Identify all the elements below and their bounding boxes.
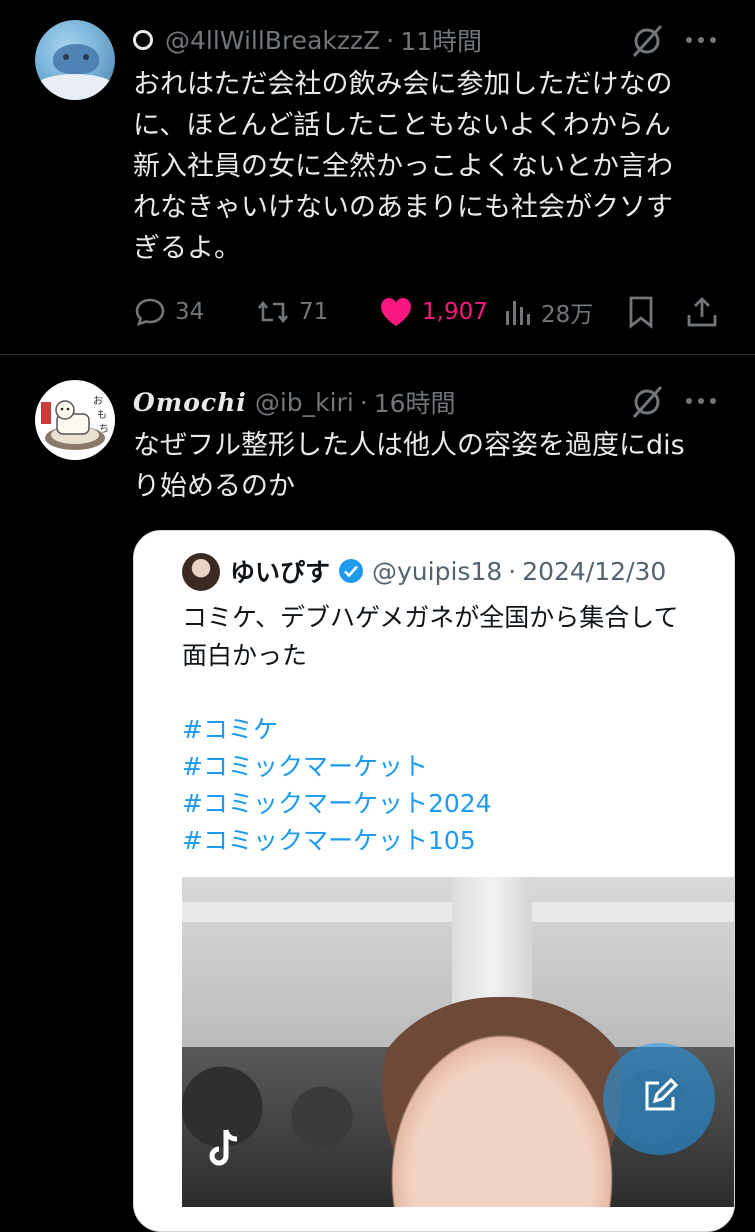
avatar[interactable]: お も ち (35, 380, 115, 460)
svg-text:お: お (93, 395, 103, 407)
bookmark-icon (626, 295, 664, 329)
avatar (182, 553, 220, 591)
hashtag-list: #コミケ #コミックマーケット #コミックマーケット2024 #コミックマーケッ… (182, 711, 492, 859)
like-count: 1,907 (422, 299, 488, 325)
post-text: おれはただ会社の飲み会に参加しただけなの に、ほとんど話したこともないよくわから… (133, 69, 673, 264)
avatar-figure (53, 44, 99, 74)
status-ring-icon (133, 30, 153, 50)
verified-badge-icon (338, 558, 372, 584)
reply-count: 34 (175, 299, 205, 325)
svg-text:も: も (97, 409, 107, 421)
more-icon[interactable] (683, 389, 719, 413)
repost-count: 71 (299, 299, 329, 325)
separator: · (359, 387, 368, 417)
quote-date: 2024/12/30 (522, 556, 667, 586)
action-bar: 34 71 1,907 28万 (133, 290, 723, 334)
post-text: なぜフル整形した人は他人の容姿を過度にdis り始めるのか (133, 430, 685, 502)
avatar[interactable] (35, 20, 115, 100)
hashtag: #コミケ (182, 715, 278, 744)
share-button[interactable] (685, 290, 727, 334)
hashtag: #コミックマーケット2024 (182, 789, 492, 818)
reply-icon (133, 295, 175, 329)
repost-icon (255, 295, 299, 329)
post-1[interactable]: @4llWillBreakzzZ · 11時間 おれはただ会社の飲み会に参加した… (0, 0, 755, 354)
avatar-wave (35, 74, 115, 100)
share-icon (685, 295, 727, 329)
compose-icon (637, 1075, 681, 1123)
author-name[interactable]: Omochi (133, 388, 247, 417)
more-icon[interactable] (683, 28, 719, 52)
views-button[interactable]: 28万 (503, 290, 593, 334)
post-header: Omochi @ib_kiri · 16時間 (133, 382, 456, 422)
grok-icon[interactable] (628, 383, 666, 421)
reply-button[interactable]: 34 (133, 290, 204, 334)
hashtag: #コミックマーケット105 (182, 826, 476, 855)
tiktok-logo (204, 1127, 244, 1171)
grok-icon[interactable] (628, 22, 666, 60)
compose-button[interactable] (603, 1043, 715, 1155)
quoted-photo (182, 877, 734, 1207)
post-header: @4llWillBreakzzZ · 11時間 (133, 20, 482, 60)
repost-button[interactable]: 71 (255, 290, 328, 334)
hashtag: #コミックマーケット (182, 752, 428, 781)
author-handle[interactable]: @4llWillBreakzzZ (165, 26, 380, 55)
like-button[interactable]: 1,907 (378, 290, 488, 334)
timestamp[interactable]: 16時間 (374, 384, 456, 420)
author-handle: @yuipis18 (372, 556, 503, 586)
views-icon (503, 297, 541, 327)
quoted-post-header: ゆいぴす @yuipis18 · 2024/12/30 (230, 551, 666, 591)
bookmark-button[interactable] (626, 290, 664, 334)
face (362, 997, 642, 1207)
quoted-text: コミケ、デブハゲメガネが全国から集合して 面白かった (182, 603, 679, 670)
views-count: 28万 (541, 302, 594, 328)
separator: · (508, 556, 517, 586)
author-name: ゆいぴす (230, 558, 331, 587)
timestamp[interactable]: 11時間 (400, 22, 482, 58)
heart-icon (378, 295, 422, 329)
author-handle[interactable]: @ib_kiri (255, 388, 354, 417)
separator: · (386, 25, 395, 55)
svg-text:ち: ち (99, 423, 109, 435)
